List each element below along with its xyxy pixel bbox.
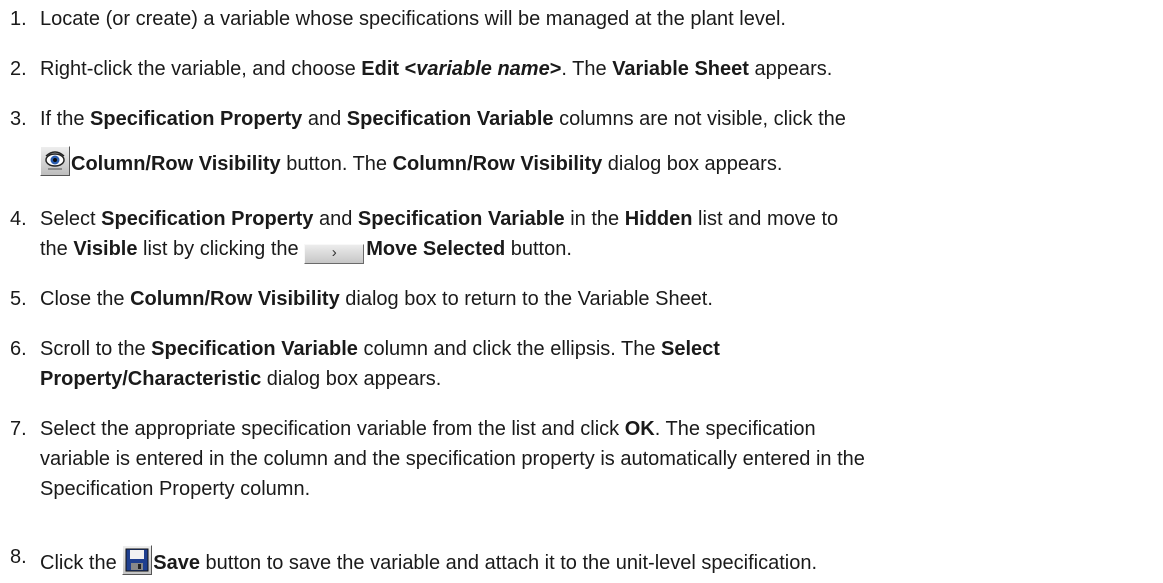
step-number: 1. (10, 8, 27, 30)
step-text: Click the Save button to save the variab… (40, 545, 1150, 575)
step-number: 8. (10, 546, 27, 568)
step-text: Select Specification Property and Specif… (40, 208, 839, 230)
step-text: Scroll to the Specification Variable col… (40, 338, 720, 360)
step-number: 3. (10, 108, 27, 130)
step-number: 7. (10, 418, 27, 440)
move-selected-icon: › (304, 244, 365, 264)
step-text: Locate (or create) a variable whose spec… (40, 8, 786, 30)
step-text: Right-click the variable, and choose Edi… (40, 58, 833, 80)
column-row-visibility-icon (40, 146, 70, 176)
step-number: 6. (10, 338, 27, 360)
step-number: 4. (10, 208, 27, 230)
save-icon (122, 545, 153, 575)
step-number: 2. (10, 58, 27, 80)
step-text: If the Specification Property and Specif… (40, 108, 846, 130)
step-text: Close the Column/Row Visibility dialog b… (40, 288, 713, 310)
procedure-steps: 1. Locate (or create) a variable whose s… (0, 0, 1163, 583)
step-number: 5. (10, 288, 27, 310)
step-text: Select the appropriate specification var… (40, 418, 816, 440)
